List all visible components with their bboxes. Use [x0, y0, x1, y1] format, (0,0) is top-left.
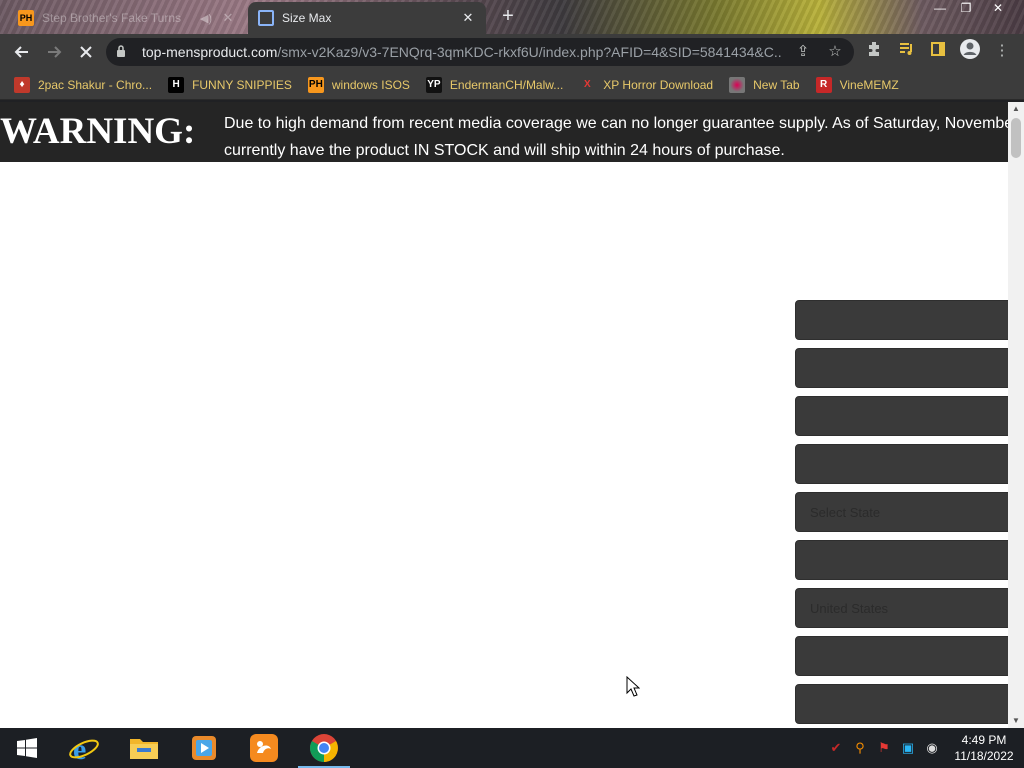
- tray-monitor-icon[interactable]: ▣: [896, 728, 920, 768]
- menu-kebab-icon[interactable]: ⋮: [990, 41, 1014, 63]
- form-field-8[interactable]: [795, 636, 1008, 676]
- share-icon[interactable]: ⇪: [792, 42, 814, 62]
- web-page: WARNING: Due to high demand from recent …: [0, 102, 1008, 728]
- new-tab-button[interactable]: +: [496, 6, 520, 28]
- state-select[interactable]: Select State: [795, 492, 1008, 532]
- form-field-3[interactable]: [795, 396, 1008, 436]
- windows-logo-icon: [17, 738, 37, 758]
- start-button[interactable]: [0, 728, 54, 768]
- bookmark-star-icon[interactable]: ☆: [824, 42, 846, 62]
- extensions-icon[interactable]: [862, 41, 886, 63]
- stop-icon: [80, 46, 92, 58]
- warning-banner: WARNING: Due to high demand from recent …: [0, 102, 1008, 162]
- back-arrow-icon: [14, 46, 28, 58]
- tray-volume-icon[interactable]: ◉: [920, 728, 944, 768]
- r-icon: R: [815, 76, 832, 93]
- bookmark-endermanch[interactable]: YP EndermanCH/Malw...: [425, 76, 564, 93]
- close-tab-icon[interactable]: ✕: [460, 10, 476, 26]
- bookmark-label: XP Horror Download: [603, 77, 714, 92]
- forward-button[interactable]: [39, 37, 69, 67]
- bookmark-vinememz[interactable]: R VineMEMZ: [815, 76, 899, 93]
- minimize-icon[interactable]: —: [926, 0, 954, 18]
- tray-search-icon[interactable]: ⚲: [848, 728, 872, 768]
- bookmark-label: New Tab: [753, 77, 800, 92]
- clock-time: 4:49 PM: [961, 733, 1007, 747]
- address-bar[interactable]: top-mensproduct.com/smx-v2Kaz9/v3-7ENQrq…: [106, 38, 854, 66]
- forward-arrow-icon: [48, 46, 62, 58]
- bookmark-2pac[interactable]: ♦ 2pac Shakur - Chro...: [14, 76, 153, 93]
- form-field-2[interactable]: [795, 348, 1008, 388]
- bookmark-label: FUNNY SNIPPIES: [192, 77, 292, 92]
- tab-title: Size Max: [282, 11, 332, 25]
- url-text[interactable]: top-mensproduct.com/smx-v2Kaz9/v3-7ENQrq…: [142, 44, 782, 60]
- close-window-icon[interactable]: ✕: [984, 0, 1012, 18]
- windows-taskbar: e ✔ ⚲ ⚑ ▣ ◉ 4:49 PM 11/18/2022: [0, 728, 1024, 768]
- tab-title: Step Brother's Fake Turns: [42, 11, 182, 25]
- clock-date: 11/18/2022: [954, 749, 1014, 763]
- form-field-9[interactable]: [795, 684, 1008, 724]
- lock-icon[interactable]: [116, 44, 132, 60]
- warning-message: Due to high demand from recent media cov…: [224, 110, 1008, 164]
- form-field-6[interactable]: [795, 540, 1008, 580]
- file-explorer-icon[interactable]: [114, 728, 174, 768]
- media-control-icon[interactable]: [894, 41, 918, 63]
- mouse-pointer-icon: [626, 676, 640, 697]
- form-field-1[interactable]: [795, 300, 1008, 340]
- bookmark-funny-snippies[interactable]: H FUNNY SNIPPIES: [168, 76, 292, 93]
- globe-favicon-icon: [258, 10, 274, 26]
- tab-strip: PH Step Brother's Fake Turns ◀) ✕ Size M…: [0, 0, 1024, 34]
- bookmark-new-tab[interactable]: New Tab: [729, 76, 800, 93]
- bookmarks-bar: ♦ 2pac Shakur - Chro... H FUNNY SNIPPIES…: [0, 70, 1024, 100]
- page-scrollbar[interactable]: ▲ ▼: [1008, 102, 1024, 728]
- bookmark-label: windows ISOS: [331, 77, 410, 92]
- scrollbar-thumb[interactable]: [1011, 118, 1021, 158]
- scroll-up-icon[interactable]: ▲: [1008, 102, 1024, 116]
- tab-inactive[interactable]: PH Step Brother's Fake Turns ◀) ✕: [8, 2, 246, 34]
- bookmark-xp-horror[interactable]: X XP Horror Download: [579, 77, 713, 93]
- h-icon: H: [168, 76, 185, 93]
- browser-toolbar: top-mensproduct.com/smx-v2Kaz9/v3-7ENQrq…: [0, 34, 1024, 70]
- chrome-icon[interactable]: [294, 728, 354, 768]
- tab-active[interactable]: Size Max ✕: [248, 2, 486, 34]
- 2pac-icon: ♦: [14, 76, 30, 93]
- yp-icon: YP: [425, 76, 442, 93]
- warning-line-2: currently have the product IN STOCK and …: [224, 142, 785, 159]
- bookmark-label: 2pac Shakur - Chro...: [38, 77, 153, 92]
- bookmark-label: VineMEMZ: [839, 77, 899, 92]
- side-panel-icon[interactable]: [926, 41, 950, 63]
- restore-icon[interactable]: ❐: [952, 0, 980, 18]
- bookmark-label: EndermanCH/Malw...: [449, 77, 564, 92]
- profile-avatar-icon[interactable]: [958, 38, 982, 60]
- tray-checkmark-icon[interactable]: ✔: [824, 728, 848, 768]
- warning-line-1: Due to high demand from recent media cov…: [224, 115, 1008, 132]
- stop-loading-button[interactable]: [71, 37, 101, 67]
- x-icon: X: [583, 79, 591, 90]
- taskbar-clock[interactable]: 4:49 PM 11/18/2022: [944, 732, 1024, 764]
- media-player-icon[interactable]: [174, 728, 234, 768]
- ph-icon: PH: [307, 76, 324, 93]
- country-select[interactable]: United States: [795, 588, 1008, 628]
- back-button[interactable]: [7, 37, 37, 67]
- uc-browser-icon[interactable]: [234, 728, 294, 768]
- internet-explorer-icon[interactable]: e: [54, 728, 114, 768]
- tray-flag-icon[interactable]: ⚑: [872, 728, 896, 768]
- bookmark-windows-isos[interactable]: PH windows ISOS: [307, 76, 410, 93]
- close-tab-icon[interactable]: ✕: [220, 10, 236, 26]
- warning-label: WARNING:: [0, 111, 196, 152]
- scroll-down-icon[interactable]: ▼: [1008, 714, 1024, 728]
- system-tray: ✔ ⚲ ⚑ ▣ ◉ 4:49 PM 11/18/2022: [824, 728, 1024, 768]
- newtab-icon: [729, 76, 746, 93]
- ph-favicon-icon: PH: [18, 10, 34, 26]
- form-field-4[interactable]: [795, 444, 1008, 484]
- mute-icon[interactable]: ◀): [200, 12, 212, 25]
